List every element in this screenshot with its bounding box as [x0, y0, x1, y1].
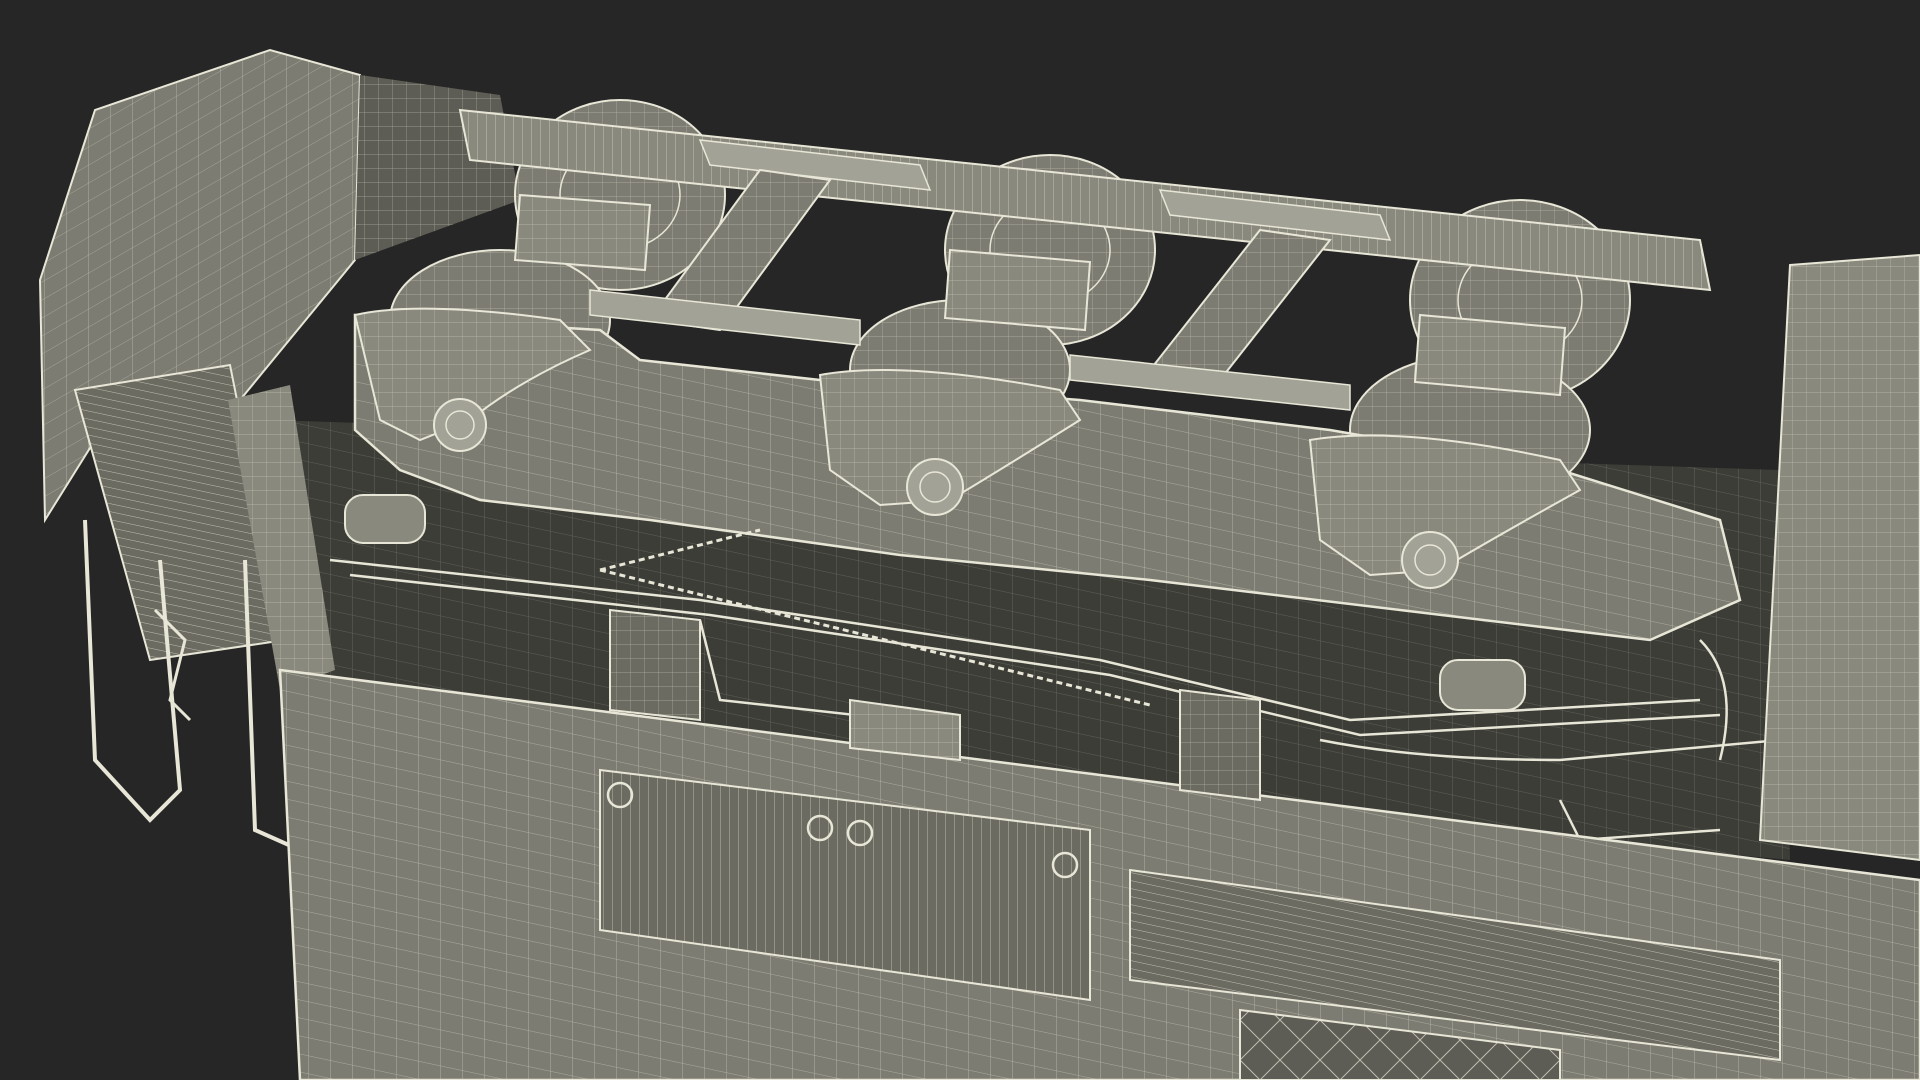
rear-body-block	[1758, 253, 1920, 862]
hub-left	[433, 398, 487, 452]
wireframe-render	[38, 48, 1920, 1080]
hub-right	[1401, 531, 1459, 589]
brake-cylinder-left	[344, 494, 426, 544]
hub-center	[906, 458, 964, 516]
brake-cylinder-right	[1439, 659, 1526, 711]
render-viewport	[0, 0, 1920, 1080]
